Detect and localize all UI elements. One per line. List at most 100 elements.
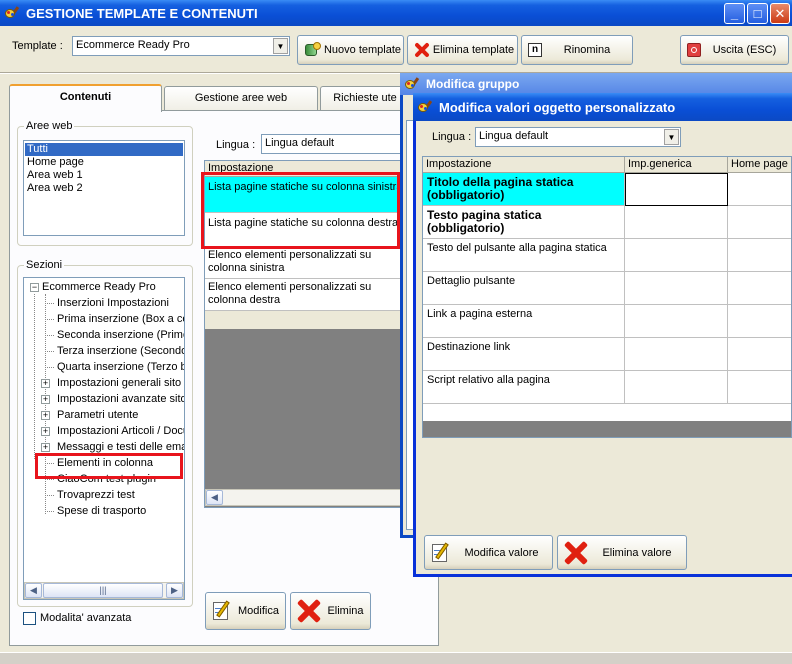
list-item-tutti[interactable]: Tutti xyxy=(25,143,183,156)
grid-horizontal-scrollbar[interactable]: ◀ xyxy=(205,489,407,506)
dialog-title-bar[interactable]: Modifica valori oggetto personalizzato xyxy=(413,93,792,121)
scroll-left-icon[interactable]: ◀ xyxy=(25,583,42,598)
column-header-imp-generica[interactable]: Imp.generica xyxy=(625,157,728,173)
list-item-home-page[interactable]: Home page xyxy=(25,156,183,169)
modifica-button[interactable]: Modifica xyxy=(205,592,286,630)
expand-icon[interactable]: + xyxy=(41,395,50,404)
chevron-down-icon[interactable]: ▼ xyxy=(273,38,288,54)
scroll-thumb[interactable]: ||| xyxy=(43,583,163,598)
tree-item[interactable]: Messaggi e testi delle emai xyxy=(57,440,184,454)
value-cell-home-page[interactable] xyxy=(728,272,791,305)
tab-gestione-aree-web[interactable]: Gestione aree web xyxy=(164,86,318,110)
elimina-button[interactable]: Elimina xyxy=(290,592,371,630)
modalita-avanzata-checkbox[interactable] xyxy=(23,612,36,625)
tree-root[interactable]: Ecommerce Ready Pro xyxy=(42,280,156,294)
list-item-area-web-1[interactable]: Area web 1 xyxy=(25,169,183,182)
table-row[interactable]: Elenco elementi personalizzati su colonn… xyxy=(205,279,407,311)
table-row[interactable]: Destinazione link xyxy=(423,338,625,371)
chevron-down-icon[interactable]: ▼ xyxy=(664,129,679,145)
table-row[interactable]: Testo pagina statica (obbligatorio) xyxy=(423,206,625,239)
main-window-title: GESTIONE TEMPLATE E CONTENUTI xyxy=(26,5,258,21)
template-select-value: Ecommerce Ready Pro xyxy=(76,39,190,51)
sezioni-tree[interactable]: − Ecommerce Ready Pro Inserzioni Imposta… xyxy=(23,277,185,600)
exit-button[interactable]: Uscita (ESC) xyxy=(680,35,789,65)
lingua-select-value: Lingua default xyxy=(265,137,335,149)
list-item-label: Home page xyxy=(27,156,84,168)
value-cell-home-page[interactable] xyxy=(728,173,791,206)
value-cell-imp-generica[interactable] xyxy=(625,272,728,305)
value-cell-imp-generica[interactable] xyxy=(625,206,728,239)
tree-line xyxy=(45,351,54,352)
value-cell-home-page[interactable] xyxy=(728,371,791,404)
table-row[interactable]: Link a pagina esterna xyxy=(423,305,625,338)
value-cell-imp-generica[interactable] xyxy=(625,173,728,206)
table-row[interactable]: Testo del pulsante alla pagina statica xyxy=(423,239,625,272)
tab-richieste-utenti[interactable]: Richieste ute xyxy=(320,86,410,110)
grid-gray-band xyxy=(205,311,407,329)
tree-item[interactable]: Seconda inserzione (Primo xyxy=(57,328,184,342)
dialog-lingua-select[interactable]: Lingua default ▼ xyxy=(475,127,681,147)
modifica-gruppo-title-bar[interactable]: Modifica gruppo xyxy=(400,73,792,95)
value-cell-home-page[interactable] xyxy=(728,239,791,272)
tree-item[interactable]: Prima inserzione (Box a cer xyxy=(57,312,185,326)
aree-web-list[interactable]: Tutti Home page Area web 1 Area web 2 xyxy=(23,140,185,236)
template-select[interactable]: Ecommerce Ready Pro ▼ xyxy=(72,36,290,56)
value-cell-imp-generica[interactable] xyxy=(625,239,728,272)
column-header-label: Home page xyxy=(731,158,788,170)
value-cell-home-page[interactable] xyxy=(728,305,791,338)
expand-icon[interactable]: + xyxy=(41,379,50,388)
expand-icon[interactable]: + xyxy=(41,411,50,420)
values-grid[interactable]: Impostazione Imp.generica Home page Tito… xyxy=(422,156,792,438)
sezioni-legend: Sezioni xyxy=(24,259,65,271)
delete-template-button[interactable]: Elimina template xyxy=(407,35,518,65)
tree-item[interactable]: Parametri utente xyxy=(57,408,138,422)
table-row[interactable]: Script relativo alla pagina xyxy=(423,371,625,404)
value-cell-home-page[interactable] xyxy=(728,338,791,371)
tree-item[interactable]: Quarta inserzione (Terzo b xyxy=(57,360,184,374)
value-cell-home-page[interactable] xyxy=(728,206,791,239)
expand-icon[interactable]: + xyxy=(41,443,50,452)
value-cell-imp-generica[interactable] xyxy=(625,371,728,404)
tree-horizontal-scrollbar[interactable]: ◀ ||| ▶ xyxy=(24,582,184,599)
table-row[interactable]: Elenco elementi personalizzati su colonn… xyxy=(205,247,407,279)
list-item-label: Area web 2 xyxy=(27,182,83,194)
tree-line xyxy=(45,303,54,304)
tree-line xyxy=(45,367,54,368)
modifica-gruppo-title: Modifica gruppo xyxy=(426,77,520,91)
tree-item[interactable]: Impostazioni avanzate sito xyxy=(57,392,185,406)
collapse-icon[interactable]: − xyxy=(30,283,39,292)
modifica-label: Modifica xyxy=(238,605,279,617)
tree-item-label: Prima inserzione (Box a cer xyxy=(57,313,185,325)
main-title-bar[interactable]: GESTIONE TEMPLATE E CONTENUTI xyxy=(0,0,792,26)
lingua-select[interactable]: Lingua default xyxy=(261,134,406,154)
tab-contenuti-label: Contenuti xyxy=(59,91,112,103)
tree-item[interactable]: Impostazioni generali sito xyxy=(57,376,181,390)
value-cell-imp-generica[interactable] xyxy=(625,305,728,338)
table-row[interactable]: Dettaglio pulsante xyxy=(423,272,625,305)
exit-icon xyxy=(687,43,701,57)
expand-icon[interactable]: + xyxy=(41,427,50,436)
tree-item-label: Impostazioni avanzate sito xyxy=(57,393,185,405)
minimize-button[interactable]: _ xyxy=(724,3,745,24)
modifica-valore-button[interactable]: Modifica valore xyxy=(424,535,553,570)
new-template-button[interactable]: Nuovo template xyxy=(297,35,404,65)
tree-item[interactable]: Trovaprezzi test xyxy=(57,488,135,502)
rename-button[interactable]: n Rinomina xyxy=(521,35,633,65)
tab-contenuti[interactable]: Contenuti xyxy=(9,84,162,112)
tree-item[interactable]: Inserzioni Impostazioni xyxy=(57,296,169,310)
tree-item[interactable]: Impostazioni Articoli / Docu xyxy=(57,424,184,438)
column-header-impostazione[interactable]: Impostazione xyxy=(423,157,625,173)
close-button[interactable]: ✕ xyxy=(770,3,790,24)
list-item-area-web-2[interactable]: Area web 2 xyxy=(25,182,183,195)
column-header-home-page[interactable]: Home page xyxy=(728,157,791,173)
scroll-left-icon[interactable]: ◀ xyxy=(206,490,223,505)
tree-line xyxy=(45,495,54,496)
scroll-right-icon[interactable]: ▶ xyxy=(166,583,183,598)
table-row[interactable]: Titolo della pagina statica (obbligatori… xyxy=(423,173,625,206)
maximize-button[interactable]: □ xyxy=(747,3,768,24)
tree-item[interactable]: Spese di trasporto xyxy=(57,504,146,518)
elimina-valore-button[interactable]: Elimina valore xyxy=(557,535,687,570)
delete-template-label: Elimina template xyxy=(432,44,515,56)
value-cell-imp-generica[interactable] xyxy=(625,338,728,371)
tree-item[interactable]: Terza inserzione (Secondo xyxy=(57,344,184,358)
